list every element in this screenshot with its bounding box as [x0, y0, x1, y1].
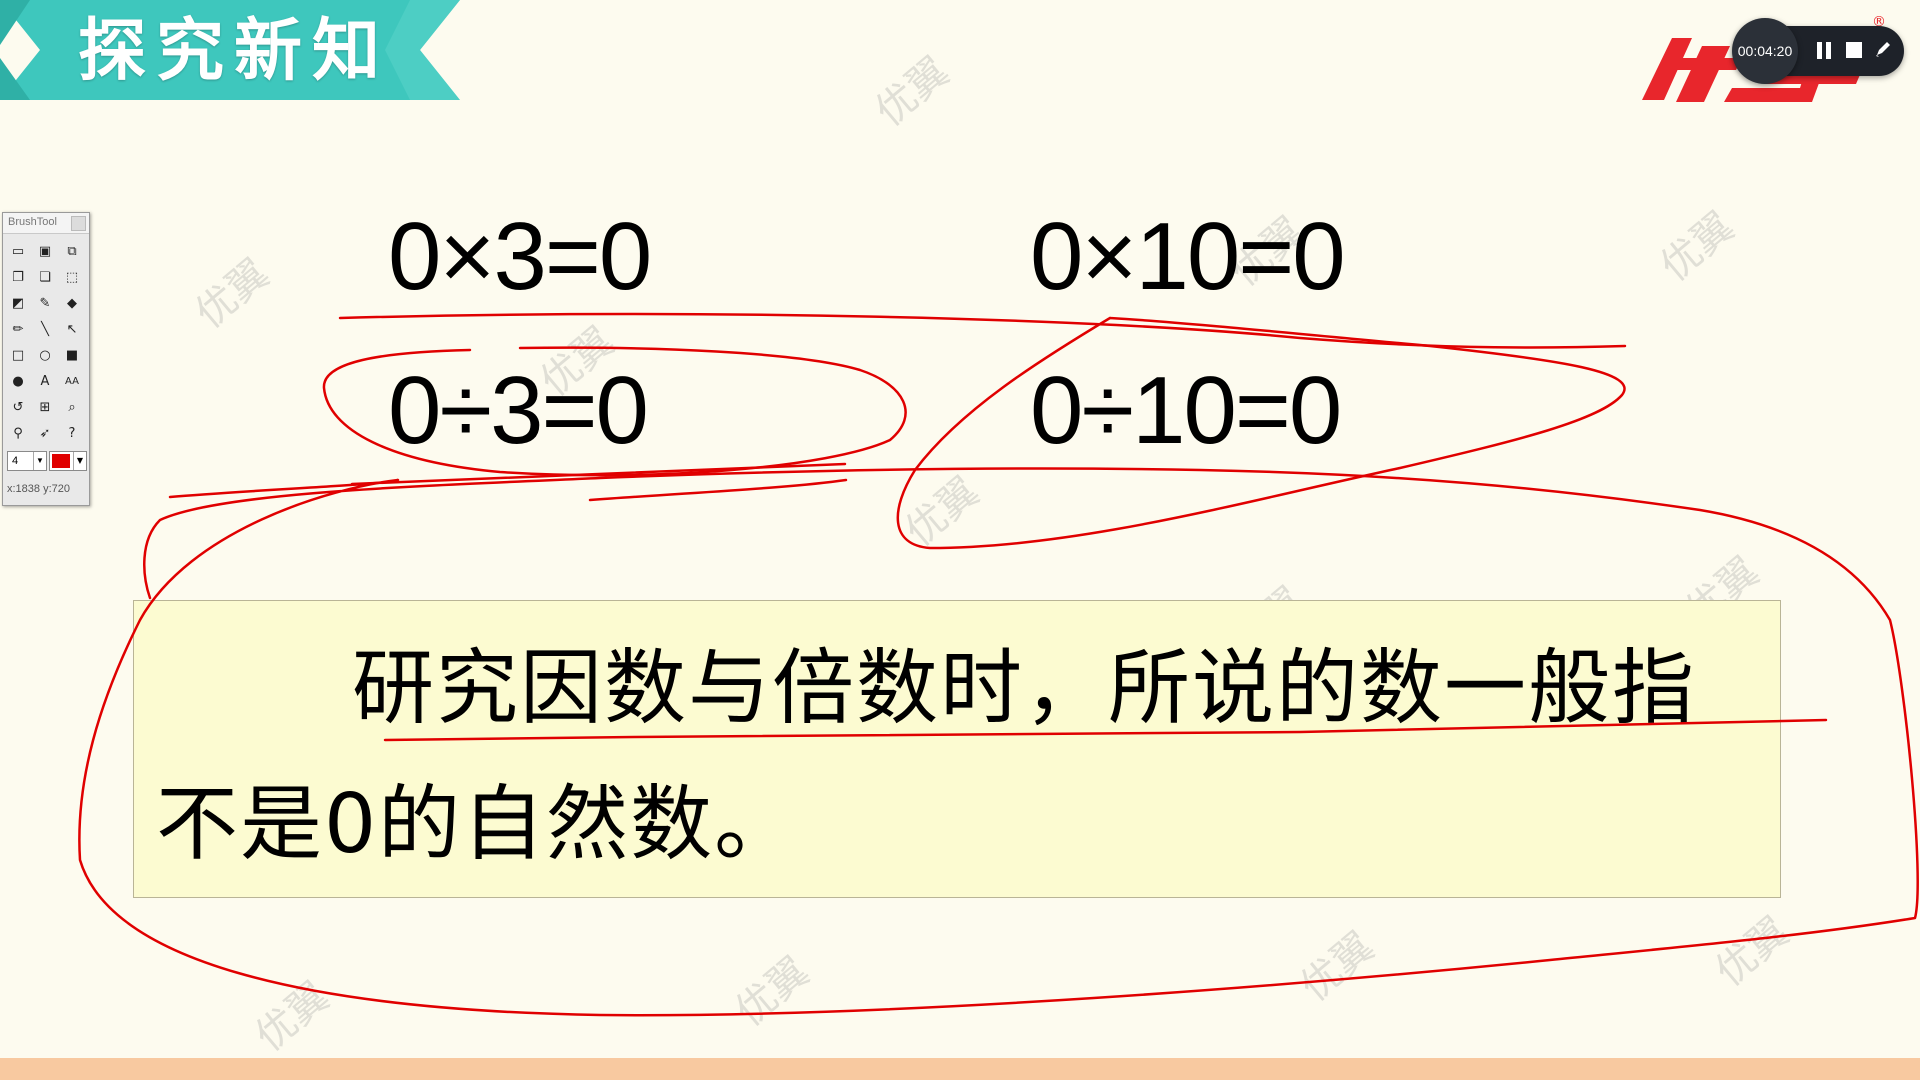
- pointer-icon[interactable]: ➶: [34, 423, 56, 445]
- ink-underline-eq3: [350, 462, 847, 486]
- pause-button[interactable]: [1814, 40, 1836, 62]
- pen-button[interactable]: [1872, 38, 1894, 60]
- filled-ellipse-icon[interactable]: ●: [7, 371, 29, 393]
- watermark: 优翼: [867, 48, 958, 136]
- ink-underline-top: [338, 312, 1627, 349]
- cursor-coordinates: x:1838 y:720: [7, 483, 70, 495]
- eyedropper-icon[interactable]: ✎: [34, 293, 56, 315]
- fill-icon[interactable]: ◆: [61, 293, 83, 315]
- font-size-icon[interactable]: AA: [61, 371, 83, 393]
- rectangle-icon[interactable]: □: [7, 345, 29, 367]
- color-select[interactable]: ▼: [49, 451, 87, 471]
- filled-rectangle-icon[interactable]: ■: [61, 345, 83, 367]
- grid-icon[interactable]: ⊞: [34, 397, 56, 419]
- equation-divide-10: 0÷10=0: [1030, 357, 1342, 464]
- pause-icon: [1817, 42, 1822, 59]
- text-icon[interactable]: A: [34, 371, 56, 393]
- select-icon[interactable]: ⬚: [61, 267, 83, 289]
- watermark: 优翼: [727, 948, 818, 1036]
- eraser-icon[interactable]: ◩: [7, 293, 29, 315]
- paste-icon[interactable]: ❏: [34, 267, 56, 289]
- pin-icon[interactable]: ⚲: [7, 423, 29, 445]
- pause-icon-bar: [1826, 42, 1831, 59]
- pencil-icon[interactable]: ✏: [7, 319, 29, 341]
- watermark: 优翼: [247, 973, 338, 1061]
- ink-annotations: [78, 312, 1919, 1017]
- screenshot-icon[interactable]: ⧉: [61, 241, 83, 263]
- page-title: 探究新知: [78, 12, 391, 91]
- watermark: 优翼: [1652, 203, 1743, 291]
- watermark: 优翼: [1707, 908, 1798, 996]
- color-swatch: [52, 454, 70, 468]
- recording-time: 00:04:20: [1737, 43, 1793, 59]
- undo-icon[interactable]: ↺: [7, 397, 29, 419]
- slide-canvas: 探究新知 ® 00:04:20 优翼 优翼 优翼 优翼 优翼 优翼 优翼 优翼 …: [0, 0, 1920, 1080]
- save-icon[interactable]: ▣: [34, 241, 56, 263]
- zoom-icon[interactable]: ⌕: [61, 397, 83, 419]
- chevron-down-icon: ▼: [73, 452, 86, 470]
- line-width-value: 4: [12, 455, 19, 467]
- brush-tool-close-button[interactable]: [71, 216, 86, 231]
- arrow-icon[interactable]: ↖: [61, 319, 83, 341]
- watermark: 优翼: [1292, 923, 1383, 1011]
- definition-text: 研究因数与倍数时，所说的数一般指不是0的自然数。: [156, 641, 1697, 872]
- line-icon[interactable]: ╲: [34, 319, 56, 341]
- watermark: 优翼: [897, 468, 988, 556]
- open-icon[interactable]: ▭: [7, 241, 29, 263]
- brush-tool-title: BrushTool: [8, 216, 57, 228]
- equation-multiply-10: 0×10=0: [1030, 203, 1346, 310]
- screen-recorder-bar[interactable]: 00:04:20: [1732, 18, 1904, 84]
- ellipse-icon[interactable]: ○: [34, 345, 56, 367]
- equation-multiply-3: 0×3=0: [388, 203, 652, 310]
- copy-icon[interactable]: ❐: [7, 267, 29, 289]
- line-width-select[interactable]: 4 ▼: [7, 451, 47, 471]
- brush-tool-palette[interactable]: BrushTool ▭ ▣ ⧉ ❐ ❏ ⬚ ◩ ✎ ◆ ✏ ╲ ↖ □ ○ ■ …: [2, 212, 90, 506]
- equation-divide-3: 0÷3=0: [388, 357, 649, 464]
- recorder-timer: 00:04:20: [1732, 18, 1798, 84]
- brush-tool-titlebar[interactable]: BrushTool: [3, 213, 89, 234]
- ink-underline-eq3b: [588, 478, 848, 502]
- stop-button[interactable]: [1846, 42, 1862, 58]
- bottom-bar: [0, 1058, 1920, 1080]
- title-banner: 探究新知: [0, 0, 470, 100]
- help-icon[interactable]: ?: [61, 423, 83, 445]
- definition-box: 研究因数与倍数时，所说的数一般指不是0的自然数。: [133, 600, 1781, 898]
- watermark: 优翼: [187, 250, 278, 338]
- chevron-down-icon: ▼: [33, 452, 46, 470]
- pen-icon: [1876, 42, 1890, 57]
